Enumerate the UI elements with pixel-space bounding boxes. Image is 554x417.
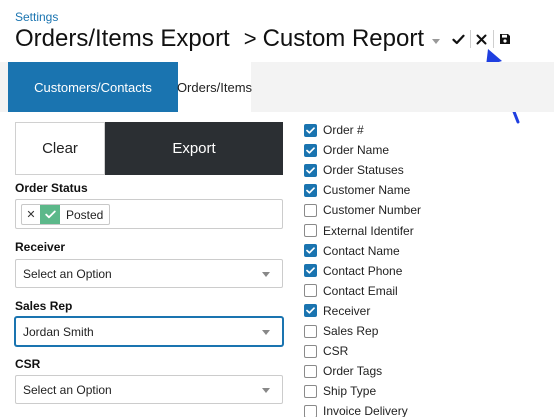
chevron-down-icon	[262, 388, 270, 393]
column-option[interactable]: Contact Phone	[304, 263, 402, 279]
column-option[interactable]: Order Tags	[304, 363, 382, 379]
checkbox-unchecked[interactable]	[304, 404, 317, 417]
column-option-label: Sales Rep	[323, 324, 379, 338]
column-option[interactable]: Receiver	[304, 303, 370, 319]
csr-select-value: Select an Option	[23, 382, 112, 397]
column-option-label: Invoice Delivery	[323, 404, 408, 417]
checkbox-checked[interactable]	[304, 183, 317, 197]
checkbox-checked[interactable]	[304, 264, 317, 278]
column-option-label: Ship Type	[323, 384, 377, 399]
column-option-label: Order Name	[323, 143, 390, 158]
checkbox-unchecked[interactable]	[304, 324, 317, 338]
remove-tag-icon[interactable]: ✕	[22, 208, 40, 221]
checkbox-unchecked[interactable]	[304, 203, 317, 217]
column-option-label: Contact Phone	[323, 263, 403, 278]
tab-customers-contacts[interactable]: Customers/Contacts	[8, 62, 178, 112]
check-icon[interactable]	[448, 28, 470, 50]
chevron-down-icon[interactable]	[431, 38, 440, 44]
check-icon	[40, 205, 60, 224]
column-option-label: Contact Name	[323, 243, 400, 258]
checkbox-checked[interactable]	[304, 123, 317, 137]
checkbox-unchecked[interactable]	[304, 364, 317, 378]
column-option-label: Order Statuses	[323, 163, 404, 178]
chevron-down-icon	[262, 330, 270, 335]
column-option[interactable]: Ship Type	[304, 383, 376, 399]
report-selector[interactable]: Custom Report	[263, 25, 424, 53]
column-option-label: Order Tags	[323, 364, 383, 379]
clear-button[interactable]: Clear	[15, 122, 105, 175]
column-option[interactable]: Customer Number	[304, 202, 421, 218]
receiver-select[interactable]: Select an Option	[15, 259, 283, 288]
column-option-label: Order #	[323, 123, 364, 137]
column-option[interactable]: Order Name	[304, 142, 389, 158]
column-option-label: Receiver	[323, 303, 371, 318]
tab-orders-items[interactable]: Orders/Items	[177, 62, 252, 112]
checkbox-checked[interactable]	[304, 143, 317, 157]
column-option-label: CSR	[323, 344, 349, 359]
column-option-label: Customer Number	[323, 203, 422, 218]
csr-select[interactable]: Select an Option	[15, 375, 283, 404]
column-option[interactable]: Order Statuses	[304, 162, 404, 178]
checkbox-checked[interactable]	[304, 163, 317, 177]
column-option[interactable]: CSR	[304, 343, 348, 359]
column-option[interactable]: Customer Name	[304, 182, 410, 198]
column-option[interactable]: Invoice Delivery	[304, 403, 408, 417]
sales-rep-select-value: Jordan Smith	[23, 324, 94, 339]
column-option-label: External Identifer	[323, 223, 414, 238]
order-status-label: Order Status	[15, 181, 88, 195]
checkbox-unchecked[interactable]	[304, 224, 317, 237]
chevron-down-icon	[262, 272, 270, 277]
export-button[interactable]: Export	[105, 122, 283, 175]
checkbox-checked[interactable]	[304, 244, 317, 258]
page-title: Orders/Items Export	[15, 25, 230, 52]
tab-bar: Customers/Contacts Orders/Items	[0, 62, 554, 112]
checkbox-unchecked[interactable]	[304, 384, 317, 398]
sales-rep-select[interactable]: Jordan Smith	[15, 317, 283, 346]
checkbox-unchecked[interactable]	[304, 344, 317, 358]
page-header: Orders/Items Export > Custom Report	[15, 22, 516, 56]
checkbox-checked[interactable]	[304, 304, 317, 318]
column-option-label: Customer Name	[323, 183, 411, 198]
order-status-multiselect[interactable]: ✕ Posted	[15, 199, 283, 229]
checkbox-unchecked[interactable]	[304, 284, 317, 298]
status-tag: ✕ Posted	[21, 204, 111, 225]
breadcrumb-separator: >	[243, 26, 257, 51]
sales-rep-label: Sales Rep	[15, 299, 73, 313]
status-tag-label: Posted	[66, 207, 104, 222]
receiver-select-value: Select an Option	[23, 266, 112, 281]
column-option-label: Contact Email	[323, 283, 398, 298]
column-option[interactable]: External Identifer	[304, 223, 414, 239]
column-option[interactable]: Contact Name	[304, 243, 400, 259]
column-option[interactable]: Order #	[304, 122, 364, 138]
column-option[interactable]: Contact Email	[304, 283, 398, 299]
receiver-label: Receiver	[15, 240, 66, 254]
csr-label: CSR	[15, 357, 41, 371]
column-option[interactable]: Sales Rep	[304, 323, 378, 339]
